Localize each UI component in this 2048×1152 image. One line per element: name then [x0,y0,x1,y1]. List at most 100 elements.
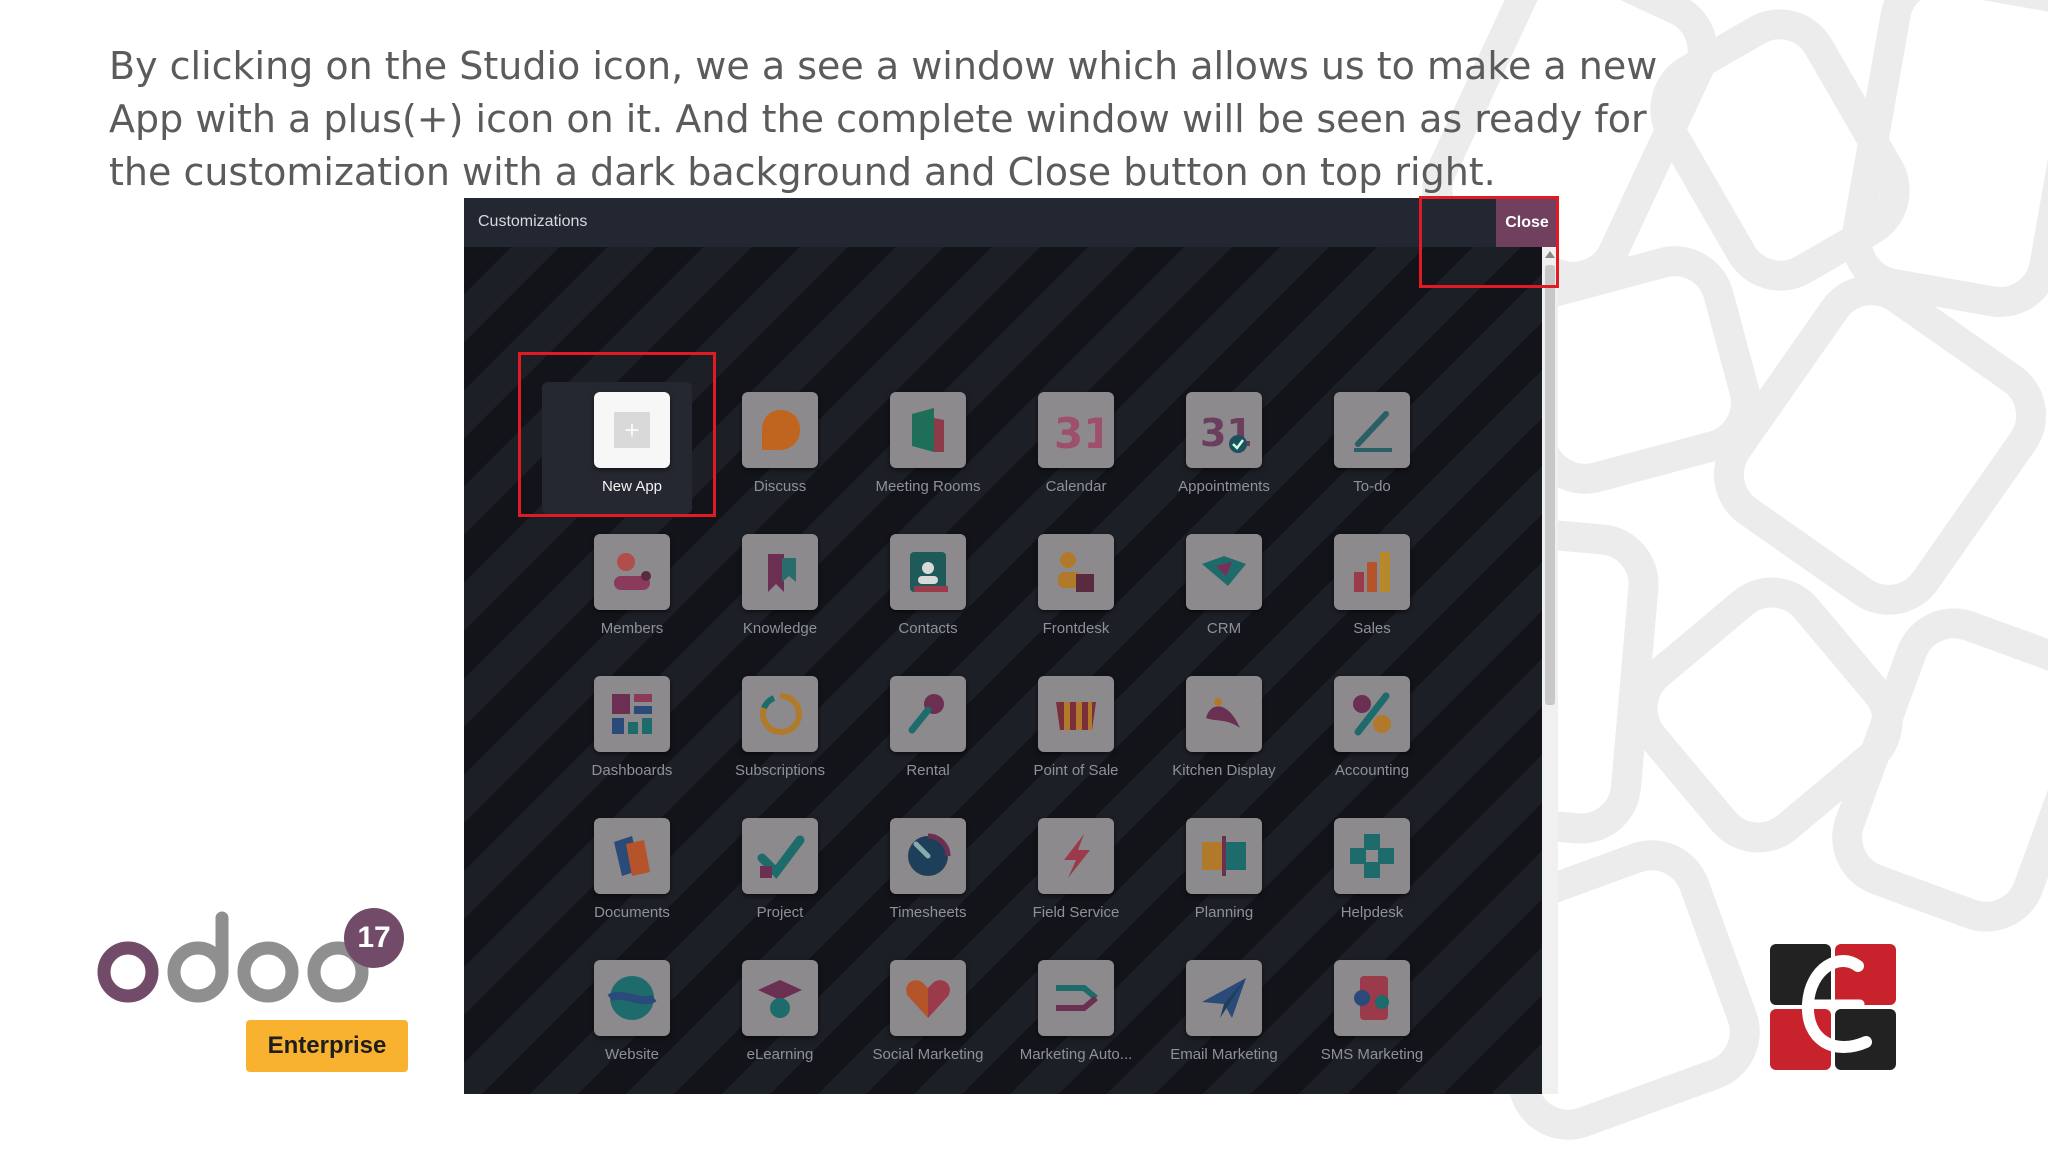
dashboards-icon [594,676,670,752]
app-label: Sales [1353,620,1391,637]
app-label: Subscriptions [734,762,826,779]
app-discuss[interactable]: Discuss [706,392,854,512]
field-service-icon [1038,818,1114,894]
window-titlebar: Customizations Close [464,198,1558,247]
app-frontdesk[interactable]: Frontdesk [1002,534,1150,654]
todo-icon [1334,392,1410,468]
app-email-marketing[interactable]: Email Marketing [1150,960,1298,1080]
scrollbar-thumb[interactable] [1545,265,1555,705]
app-appointments[interactable]: 31 Appointments [1150,392,1298,512]
accounting-icon [1334,676,1410,752]
app-label: Planning [1194,904,1254,921]
app-members[interactable]: Members [558,534,706,654]
app-label: Kitchen Display [1172,762,1276,779]
discuss-icon [742,392,818,468]
crm-icon [1186,534,1262,610]
rental-icon [890,676,966,752]
app-contacts[interactable]: Contacts [854,534,1002,654]
contacts-icon [890,534,966,610]
sales-icon [1334,534,1410,610]
app-point-of-sale[interactable]: Point of Sale [1002,676,1150,796]
app-meeting-rooms[interactable]: Meeting Rooms [854,392,1002,512]
app-marketing-automation[interactable]: Marketing Auto... [1002,960,1150,1080]
app-label: Website [605,1046,659,1063]
app-rental[interactable]: Rental [854,676,1002,796]
app-label: CRM [1206,620,1242,637]
app-knowledge[interactable]: Knowledge [706,534,854,654]
app-sales[interactable]: Sales [1298,534,1446,654]
sms-marketing-icon [1334,960,1410,1036]
point-of-sale-icon [1038,676,1114,752]
app-project[interactable]: Project [706,818,854,938]
app-social-marketing[interactable]: Social Marketing [854,960,1002,1080]
vertical-scrollbar[interactable] [1542,247,1558,1094]
app-website[interactable]: Website [558,960,706,1080]
marketing-automation-icon [1038,960,1114,1036]
app-label: Email Marketing [1170,1046,1278,1063]
app-label: To-do [1353,478,1391,495]
app-elearning[interactable]: eLearning [706,960,854,1080]
app-label: Project [756,904,804,921]
social-marketing-icon [890,960,966,1036]
members-icon [594,534,670,610]
app-dashboards[interactable]: Dashboards [558,676,706,796]
knowledge-icon [742,534,818,610]
app-label: Members [600,620,664,637]
plus-icon: + [614,412,650,448]
app-label: Helpdesk [1340,904,1404,921]
subscriptions-icon [742,676,818,752]
app-label: Dashboards [591,762,673,779]
app-label: Discuss [753,478,807,495]
new-app-tile: + [594,392,670,468]
app-label: Frontdesk [1042,620,1110,637]
timesheets-icon [890,818,966,894]
app-crm[interactable]: CRM [1150,534,1298,654]
app-label: SMS Marketing [1320,1046,1424,1063]
app-label: Field Service [1032,904,1120,921]
app-label: Rental [906,762,950,779]
app-field-service[interactable]: Field Service [1002,818,1150,938]
app-accounting[interactable]: Accounting [1298,676,1446,796]
app-planning[interactable]: Planning [1150,818,1298,938]
app-label: eLearning [746,1046,814,1063]
meeting-rooms-icon [890,392,966,468]
app-label: Appointments [1178,478,1270,495]
svg-text:31: 31 [1054,409,1102,456]
app-calendar[interactable]: 31 Calendar [1002,392,1150,512]
frontdesk-icon [1038,534,1114,610]
app-label: Accounting [1334,762,1410,779]
app-subscriptions[interactable]: Subscriptions [706,676,854,796]
email-marketing-icon [1186,960,1262,1036]
app-to-do[interactable]: To-do [1298,392,1446,512]
appointments-icon: 31 [1186,392,1262,468]
slide-caption: By clicking on the Studio icon, we a see… [109,44,1658,194]
app-label: Meeting Rooms [875,478,981,495]
version-badge: 17 [344,908,404,968]
customizations-window: Customizations Close + New App Discuss M… [464,198,1558,1094]
planning-icon [1186,818,1262,894]
app-new-app[interactable]: + New App [542,382,706,514]
app-label: Contacts [898,620,958,637]
app-label: Timesheets [889,904,967,921]
documents-icon [594,818,670,894]
app-label: Marketing Auto... [1019,1046,1133,1063]
app-label: Calendar [1045,478,1107,495]
app-documents[interactable]: Documents [558,818,706,938]
kitchen-display-icon [1186,676,1262,752]
elearning-icon [742,960,818,1036]
project-icon [742,818,818,894]
window-title: Customizations [478,213,588,230]
app-kitchen-display[interactable]: Kitchen Display [1150,676,1298,796]
app-helpdesk[interactable]: Helpdesk [1298,818,1446,938]
enterprise-badge: Enterprise [246,1020,408,1072]
app-timesheets[interactable]: Timesheets [854,818,1002,938]
app-label: Documents [594,904,670,921]
app-label: Point of Sale [1033,762,1119,779]
scroll-up-arrow-icon[interactable] [1545,251,1555,258]
app-label: Social Marketing [872,1046,984,1063]
app-sms-marketing[interactable]: SMS Marketing [1298,960,1446,1080]
close-button[interactable]: Close [1496,198,1558,247]
app-label: New App [601,478,663,495]
website-icon [594,960,670,1036]
calendar-icon: 31 [1038,392,1114,468]
